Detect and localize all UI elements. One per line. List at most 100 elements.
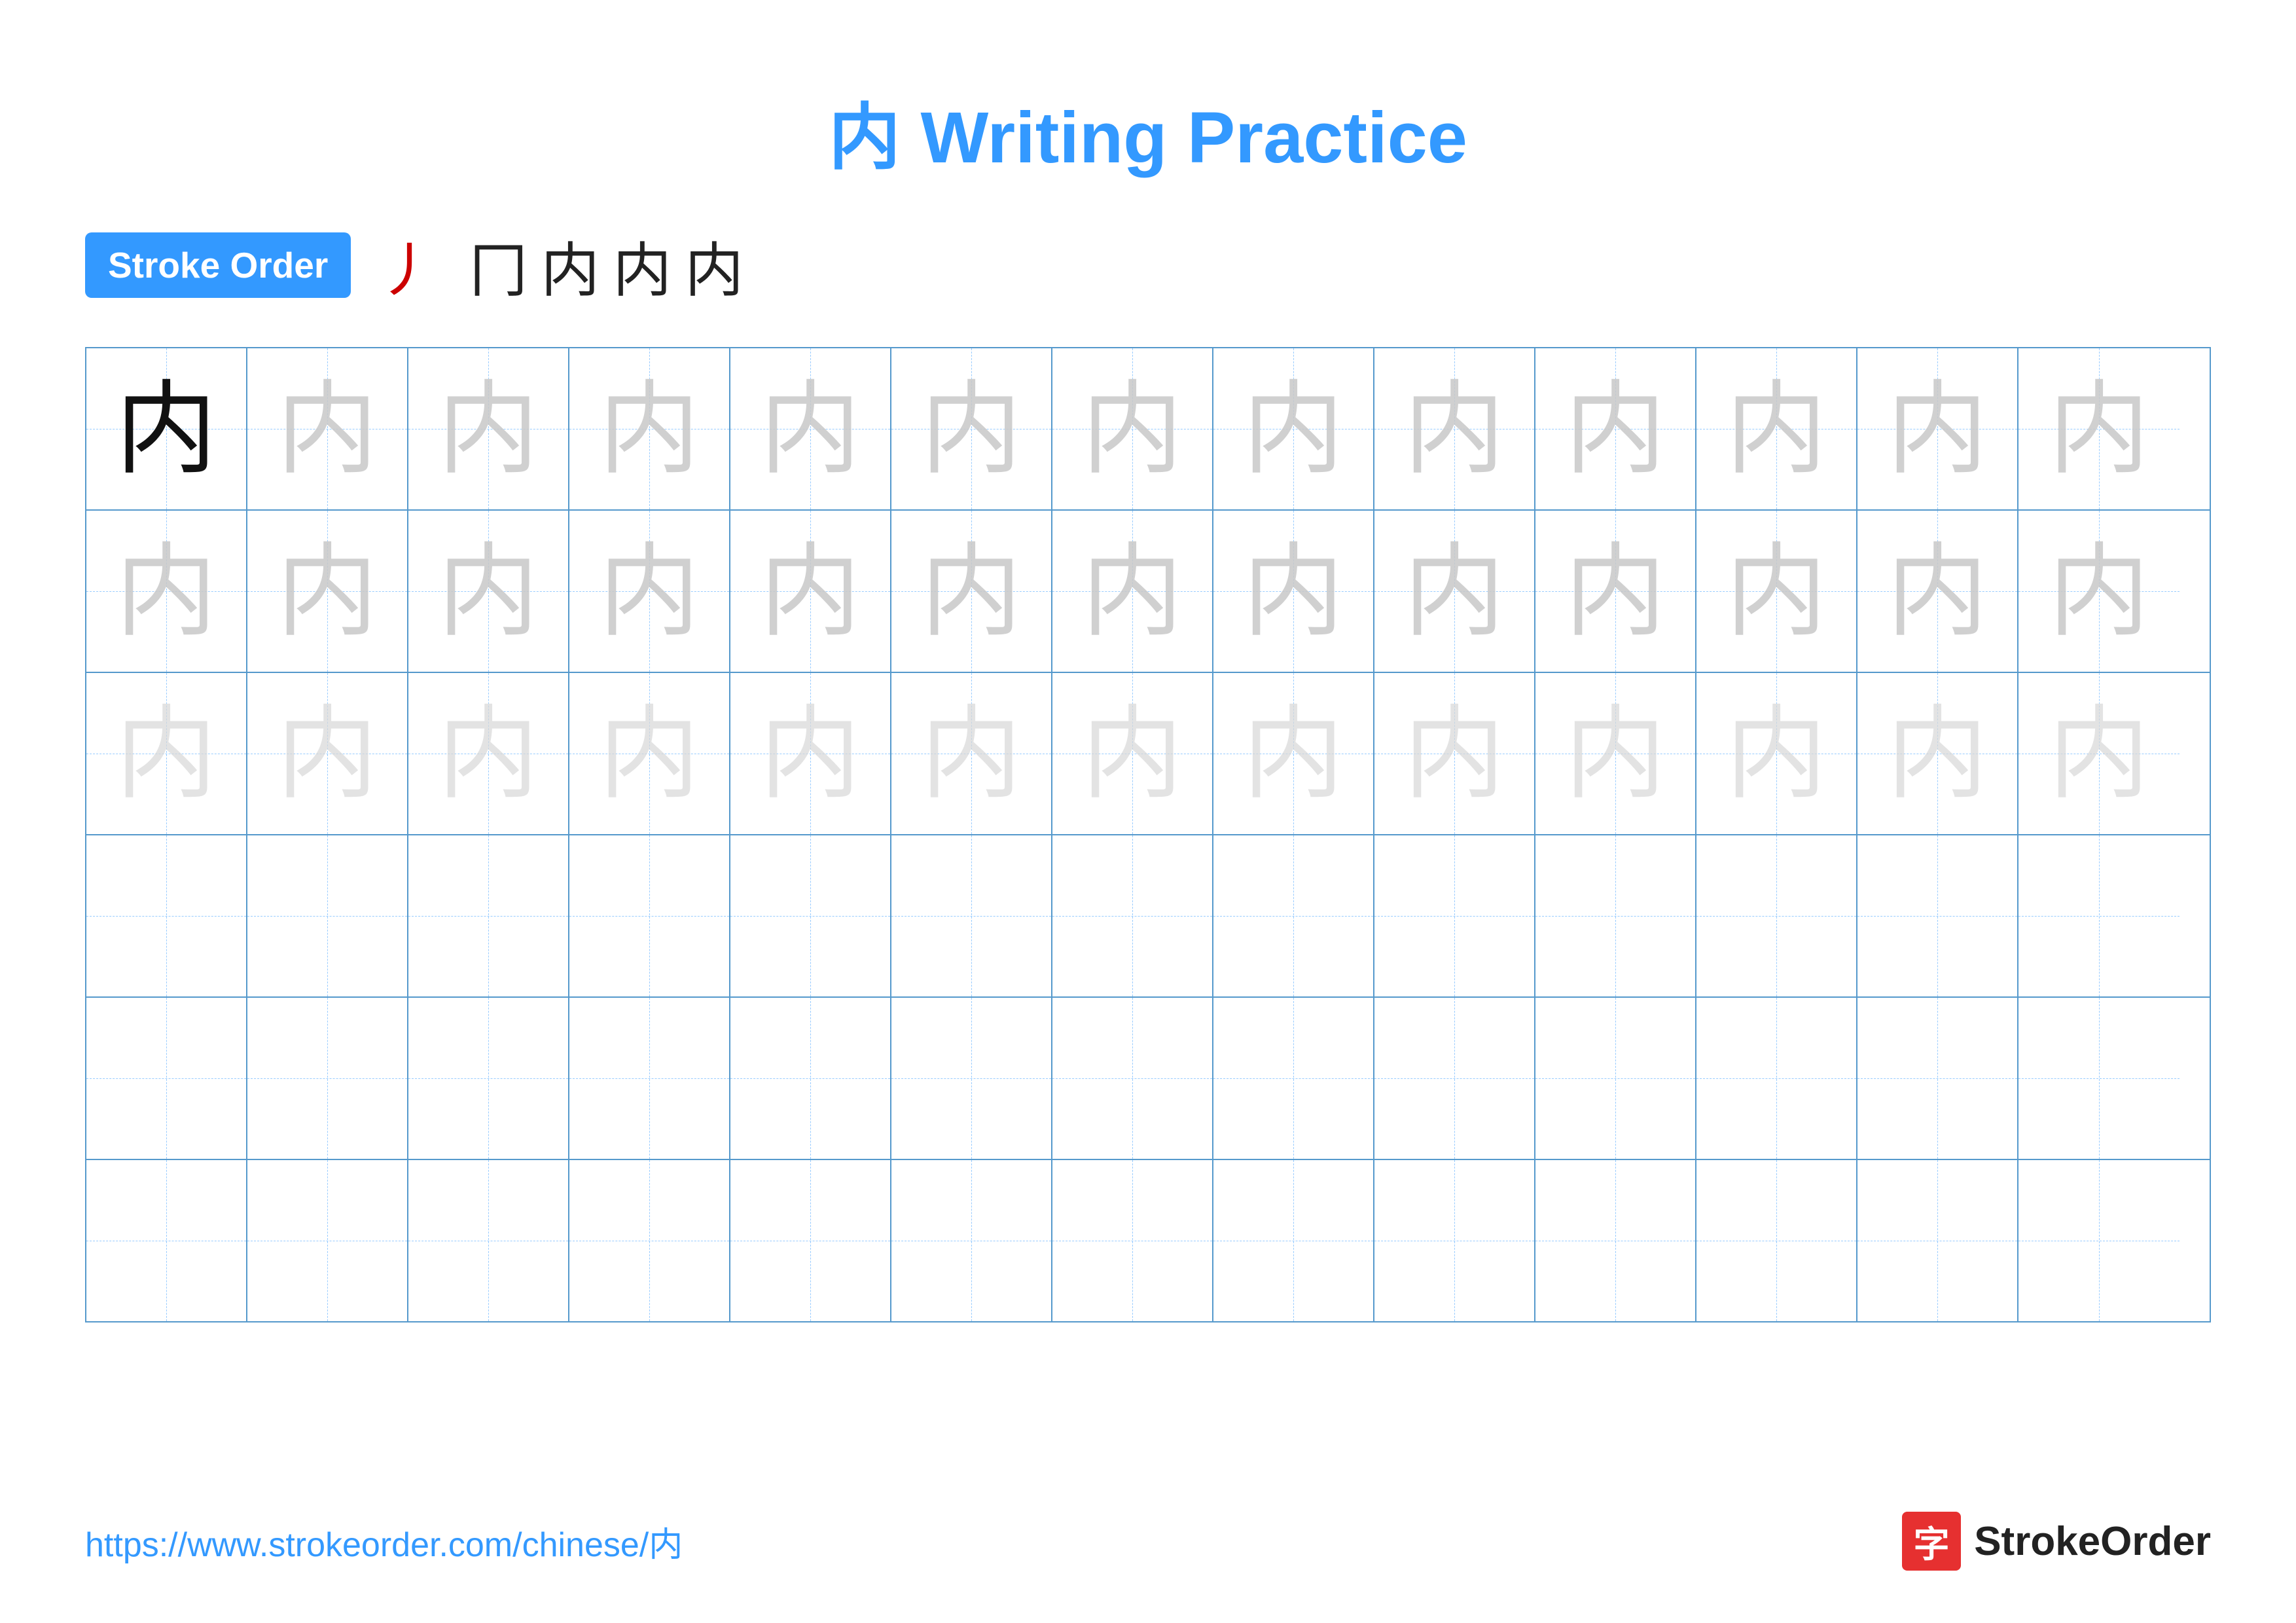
char-light: 内 <box>1082 541 1183 642</box>
stroke-sequence: 丿 冂 内 内 内 <box>377 223 744 308</box>
grid-cell[interactable] <box>1857 998 2018 1159</box>
grid-cell[interactable]: 内 <box>1535 348 1696 509</box>
char-lighter: 内 <box>1243 703 1344 805</box>
grid-cell[interactable]: 内 <box>1535 673 1696 834</box>
char-lighter: 内 <box>921 703 1022 805</box>
grid-cell[interactable]: 内 <box>1374 348 1535 509</box>
char-light: 内 <box>277 378 378 480</box>
char-light: 内 <box>1243 378 1344 480</box>
logo-icon: 字 <box>1902 1512 1961 1571</box>
grid-cell[interactable]: 内 <box>86 348 247 509</box>
grid-cell[interactable]: 内 <box>1213 511 1374 672</box>
grid-cell[interactable] <box>1052 998 1213 1159</box>
char-light: 内 <box>921 378 1022 480</box>
grid-cell[interactable] <box>569 998 730 1159</box>
grid-cell[interactable]: 内 <box>1374 511 1535 672</box>
grid-cell[interactable] <box>1696 835 1857 996</box>
grid-cell[interactable] <box>1535 1160 1696 1321</box>
grid-cell[interactable]: 内 <box>891 511 1052 672</box>
grid-cell[interactable] <box>247 835 408 996</box>
grid-cell[interactable] <box>408 835 569 996</box>
grid-cell[interactable]: 内 <box>247 348 408 509</box>
grid-cell[interactable] <box>1696 1160 1857 1321</box>
char-light: 内 <box>2049 541 2150 642</box>
grid-cell[interactable]: 内 <box>408 511 569 672</box>
grid-cell[interactable] <box>730 1160 891 1321</box>
footer-url-link[interactable]: https://www.strokeorder.com/chinese/内 <box>85 1517 683 1566</box>
grid-cell[interactable] <box>1213 835 1374 996</box>
grid-cell[interactable]: 内 <box>408 348 569 509</box>
grid-cell[interactable] <box>1696 998 1857 1159</box>
char-lighter: 内 <box>1565 703 1666 805</box>
grid-cell[interactable]: 内 <box>1857 511 2018 672</box>
grid-cell[interactable]: 内 <box>1052 673 1213 834</box>
grid-cell[interactable]: 内 <box>247 673 408 834</box>
grid-cell[interactable]: 内 <box>569 673 730 834</box>
char-light: 内 <box>1887 378 1988 480</box>
grid-cell[interactable]: 内 <box>569 348 730 509</box>
grid-cell[interactable]: 内 <box>1696 673 1857 834</box>
grid-cell[interactable]: 内 <box>86 673 247 834</box>
grid-cell[interactable]: 内 <box>1213 673 1374 834</box>
grid-cell[interactable] <box>2018 835 2179 996</box>
grid-cell[interactable] <box>730 998 891 1159</box>
grid-cell[interactable]: 内 <box>1052 348 1213 509</box>
grid-cell[interactable] <box>1857 1160 2018 1321</box>
char-light: 内 <box>1726 541 1827 642</box>
grid-cell[interactable]: 内 <box>891 673 1052 834</box>
grid-cell[interactable] <box>1213 998 1374 1159</box>
writing-grid: 内 内 内 内 内 内 内 内 内 内 内 内 内 内 内 内 内 内 内 内 … <box>85 347 2211 1322</box>
footer-logo: 字 StrokeOrder <box>1902 1512 2211 1571</box>
grid-cell[interactable]: 内 <box>247 511 408 672</box>
grid-cell[interactable]: 内 <box>891 348 1052 509</box>
grid-cell[interactable]: 内 <box>730 673 891 834</box>
grid-cell[interactable]: 内 <box>1374 673 1535 834</box>
char-lighter: 内 <box>1082 703 1183 805</box>
grid-cell[interactable]: 内 <box>1857 673 2018 834</box>
grid-cell[interactable]: 内 <box>730 511 891 672</box>
grid-cell[interactable] <box>1535 835 1696 996</box>
char-lighter: 内 <box>1887 703 1988 805</box>
grid-cell[interactable]: 内 <box>86 511 247 672</box>
grid-cell[interactable] <box>86 998 247 1159</box>
grid-cell[interactable]: 内 <box>1535 511 1696 672</box>
grid-cell[interactable] <box>569 1160 730 1321</box>
grid-cell[interactable]: 内 <box>2018 673 2179 834</box>
grid-cell[interactable]: 内 <box>730 348 891 509</box>
grid-cell[interactable] <box>86 835 247 996</box>
grid-cell[interactable] <box>1374 998 1535 1159</box>
grid-cell[interactable] <box>2018 1160 2179 1321</box>
grid-cell[interactable]: 内 <box>1696 348 1857 509</box>
grid-cell[interactable]: 内 <box>1213 348 1374 509</box>
grid-row-5 <box>86 998 2210 1160</box>
grid-cell[interactable]: 内 <box>2018 511 2179 672</box>
grid-row-3: 内 内 内 内 内 内 内 内 内 内 内 内 内 <box>86 673 2210 835</box>
grid-cell[interactable] <box>1374 835 1535 996</box>
footer: https://www.strokeorder.com/chinese/内 字 … <box>0 1512 2296 1571</box>
grid-cell[interactable] <box>408 1160 569 1321</box>
grid-cell[interactable] <box>891 835 1052 996</box>
grid-cell[interactable] <box>1052 835 1213 996</box>
grid-cell[interactable]: 内 <box>2018 348 2179 509</box>
grid-cell[interactable] <box>1213 1160 1374 1321</box>
grid-cell[interactable] <box>569 835 730 996</box>
grid-cell[interactable] <box>408 998 569 1159</box>
grid-cell[interactable] <box>1535 998 1696 1159</box>
grid-cell[interactable]: 内 <box>569 511 730 672</box>
grid-cell[interactable]: 内 <box>1857 348 2018 509</box>
grid-cell[interactable]: 内 <box>1696 511 1857 672</box>
grid-cell[interactable]: 内 <box>1052 511 1213 672</box>
grid-cell[interactable] <box>247 998 408 1159</box>
char-light: 内 <box>1887 541 1988 642</box>
grid-cell[interactable] <box>730 835 891 996</box>
grid-cell[interactable] <box>1857 835 2018 996</box>
grid-cell[interactable] <box>1052 1160 1213 1321</box>
grid-cell[interactable] <box>891 998 1052 1159</box>
grid-cell[interactable] <box>2018 998 2179 1159</box>
grid-cell[interactable] <box>1374 1160 1535 1321</box>
grid-row-2: 内 内 内 内 内 内 内 内 内 内 内 内 内 <box>86 511 2210 673</box>
grid-cell[interactable] <box>86 1160 247 1321</box>
grid-cell[interactable] <box>891 1160 1052 1321</box>
grid-cell[interactable] <box>247 1160 408 1321</box>
grid-cell[interactable]: 内 <box>408 673 569 834</box>
